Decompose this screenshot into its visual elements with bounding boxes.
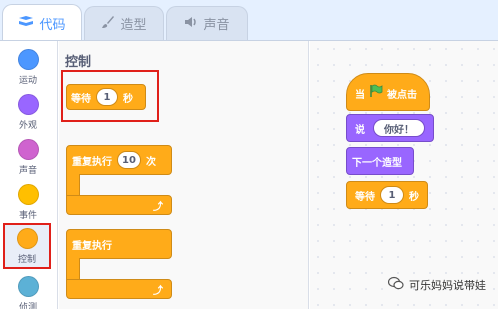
repeat-block[interactable]: 重复执行 10 次 (66, 145, 172, 175)
sound-dot-icon (17, 139, 39, 160)
forever-block-arm (66, 258, 80, 280)
sensing-dot-icon (17, 276, 39, 297)
editor-tab-bar: 代码 造型 声音 (0, 0, 498, 41)
category-sensing[interactable]: 侦测 (2, 273, 54, 309)
say-label: 说 (355, 124, 365, 136)
when-flag-clicked-block[interactable]: 当 被点击 (346, 73, 430, 111)
tab-costumes-label: 造型 (120, 18, 147, 33)
looks-dot-icon (17, 94, 39, 115)
block-palette: 控制 等待 1 秒 重复执行 10 次 ⤴ 重复执行 ⤴ (59, 41, 309, 309)
watermark: 可乐妈妈说带娃 (387, 276, 486, 293)
green-flag-icon (369, 84, 383, 101)
category-label: 侦测 (18, 303, 37, 309)
tab-sounds-label: 声音 (203, 18, 230, 33)
loop-arrow-icon: ⤴ (153, 201, 163, 213)
category-looks[interactable]: 外观 (2, 91, 54, 135)
wait-seconds-input[interactable]: 1 (96, 88, 118, 106)
repeat-label: 重复执行 (72, 156, 112, 168)
tab-code-label: 代码 (39, 17, 66, 33)
wait-suffix: 秒 (409, 191, 419, 203)
control-dot-icon (16, 228, 38, 249)
script-workspace[interactable]: 当 被点击 说 你好！ 下一个造型 等待 1 秒 (310, 41, 498, 309)
watermark-text: 可乐妈妈说带娃 (409, 278, 486, 292)
tab-code[interactable]: 代码 (2, 4, 82, 41)
palette-section-title: 控制 (65, 55, 92, 70)
motion-dot-icon (17, 49, 39, 70)
events-dot-icon (17, 184, 39, 205)
code-icon (18, 15, 34, 31)
category-motion[interactable]: 运动 (2, 46, 54, 90)
category-sound[interactable]: 声音 (2, 136, 54, 180)
category-control[interactable]: 控制 (3, 223, 51, 269)
wait-block-script[interactable]: 等待 1 秒 (346, 181, 428, 209)
tab-costumes[interactable]: 造型 (84, 6, 164, 40)
wait-prefix: 等待 (71, 93, 91, 105)
wait-suffix: 秒 (123, 93, 133, 105)
brush-icon (101, 15, 115, 33)
category-menu: 运动 外观 声音 事件 控制 侦测 (0, 41, 58, 309)
category-label: 运动 (18, 76, 37, 86)
loop-arrow-icon: ⤴ (153, 285, 163, 297)
repeat-block-footer: ⤴ (66, 195, 172, 215)
repeat-block-arm (66, 174, 80, 196)
repeat-count-input[interactable]: 10 (117, 151, 141, 169)
hat-prefix: 当 (355, 90, 365, 101)
forever-label: 重复执行 (72, 240, 112, 252)
category-label: 声音 (18, 166, 37, 176)
category-label: 事件 (18, 211, 37, 221)
say-text-input[interactable]: 你好！ (373, 119, 425, 137)
next-costume-block[interactable]: 下一个造型 (346, 147, 414, 175)
wait-prefix: 等待 (355, 191, 375, 203)
wechat-icon (387, 276, 404, 293)
forever-block-footer: ⤴ (66, 279, 172, 299)
category-label: 外观 (18, 121, 37, 131)
say-block[interactable]: 说 你好！ (346, 114, 434, 142)
speaker-icon (184, 16, 198, 32)
hat-suffix: 被点击 (387, 90, 417, 101)
next-costume-label: 下一个造型 (352, 157, 402, 169)
wait-block[interactable]: 等待 1 秒 (66, 84, 146, 110)
category-label: 控制 (17, 255, 36, 265)
category-events[interactable]: 事件 (2, 181, 54, 225)
forever-block[interactable]: 重复执行 (66, 229, 172, 259)
wait-seconds-input[interactable]: 1 (380, 186, 404, 204)
repeat-suffix: 次 (146, 156, 156, 168)
tab-sounds[interactable]: 声音 (166, 6, 248, 40)
